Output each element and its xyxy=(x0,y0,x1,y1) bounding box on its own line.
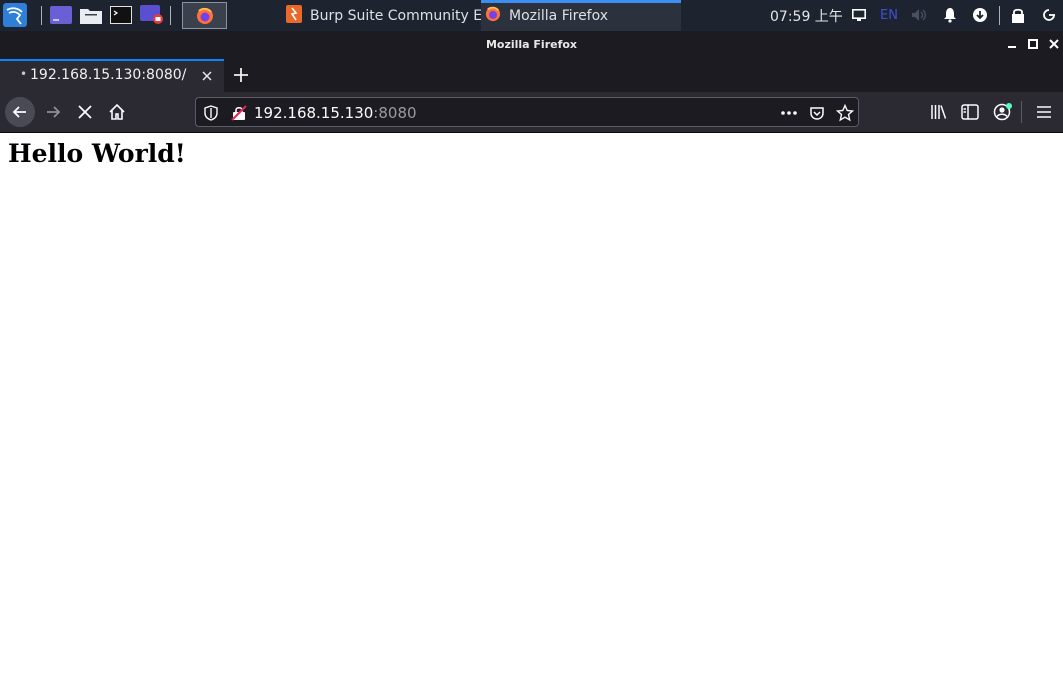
window-title: Mozilla Firefox xyxy=(485,38,578,51)
stop-loading-button[interactable] xyxy=(71,98,99,126)
file-manager-icon[interactable] xyxy=(80,4,102,26)
back-button[interactable] xyxy=(5,97,35,127)
tab-label: 192.168.15.130:8080/ xyxy=(30,67,187,83)
session-restart-icon[interactable] xyxy=(1040,4,1058,26)
tab-active[interactable]: • 192.168.15.130:8080/ xyxy=(0,59,224,92)
tracking-protection-shield-icon[interactable] xyxy=(202,104,220,122)
burp-suite-icon xyxy=(286,4,302,27)
lock-screen-icon[interactable] xyxy=(1010,4,1026,26)
app-menu-button[interactable] xyxy=(1030,98,1058,126)
insecure-connection-icon[interactable] xyxy=(230,104,248,122)
toolbar-separator xyxy=(1021,101,1022,123)
url-host: 192.168.15.130 xyxy=(254,104,374,122)
task-label: Mozilla Firefox xyxy=(509,7,609,24)
page-actions-menu-icon[interactable] xyxy=(780,104,798,122)
page-content: Hello World! xyxy=(0,133,1063,696)
window-titlebar[interactable]: Mozilla Firefox xyxy=(0,31,1063,59)
close-window-button[interactable] xyxy=(1045,35,1063,53)
tab-strip: • 192.168.15.130:8080/ xyxy=(0,59,1063,92)
system-panel: Burp Suite Community E... Mozilla Firefo… xyxy=(0,0,1063,31)
bookmark-star-icon[interactable] xyxy=(836,104,854,122)
firefox-icon xyxy=(485,6,501,26)
terminal-icon[interactable] xyxy=(110,4,132,26)
minimize-button[interactable] xyxy=(1003,35,1021,53)
save-to-pocket-icon[interactable] xyxy=(808,104,826,122)
url-text[interactable]: 192.168.15.130:8080 xyxy=(254,104,417,122)
updates-icon[interactable] xyxy=(971,4,989,26)
volume-icon[interactable] xyxy=(910,4,928,26)
sidebar-toggle-button[interactable] xyxy=(956,98,984,126)
page-heading: Hello World! xyxy=(8,139,186,168)
address-bar[interactable]: 192.168.15.130:8080 xyxy=(195,97,859,127)
firefox-launcher-icon[interactable] xyxy=(182,2,227,29)
workspace-icon[interactable] xyxy=(50,4,72,26)
loading-dot-icon: • xyxy=(20,67,28,81)
url-port: :8080 xyxy=(373,104,417,122)
system-tray: 07:59 上午 xyxy=(770,0,843,31)
keyboard-layout[interactable]: EN xyxy=(880,8,898,23)
forward-button[interactable] xyxy=(39,98,67,126)
home-button[interactable] xyxy=(103,98,131,126)
clock[interactable]: 07:59 上午 xyxy=(770,6,843,26)
library-button[interactable] xyxy=(925,98,953,126)
screen-recorder-icon[interactable] xyxy=(140,4,164,26)
close-tab-icon[interactable] xyxy=(198,67,216,85)
task-label: Burp Suite Community E... xyxy=(310,7,496,24)
notifications-bell-icon[interactable] xyxy=(942,4,958,26)
notification-area-icon[interactable] xyxy=(851,4,867,26)
maximize-button[interactable] xyxy=(1024,35,1042,53)
task-burp-suite[interactable]: Burp Suite Community E... xyxy=(274,0,495,31)
firefox-account-button[interactable] xyxy=(989,98,1017,126)
nav-toolbar: 192.168.15.130:8080 xyxy=(0,92,1063,133)
task-firefox[interactable]: Mozilla Firefox xyxy=(481,0,681,31)
kali-menu-icon[interactable] xyxy=(3,3,27,27)
new-tab-button[interactable] xyxy=(230,64,252,86)
